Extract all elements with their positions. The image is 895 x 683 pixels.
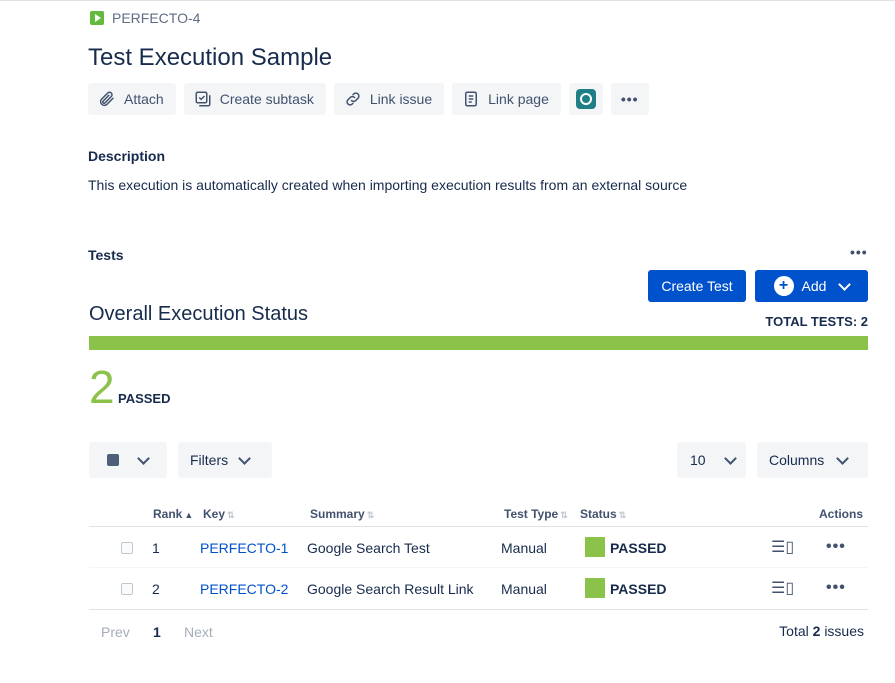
row-more-icon[interactable]: ••• (826, 538, 846, 556)
description-label: Description (88, 148, 166, 164)
row-rank: 1 (152, 540, 160, 556)
row-rank: 2 (152, 581, 160, 597)
summary-header-label: Summary (310, 507, 365, 521)
test-type-header-label: Test Type (504, 507, 559, 521)
sort-icon: ⇅ (560, 510, 568, 520)
passed-count: 2 (89, 361, 115, 413)
column-header-test-type[interactable]: Test Type ⇅ (504, 507, 568, 521)
link-icon (346, 92, 360, 106)
table-bottom-divider (89, 609, 868, 610)
page-size-select[interactable]: 10 (677, 442, 746, 478)
page-number-1[interactable]: 1 (153, 624, 161, 640)
total-prefix: Total (779, 623, 809, 639)
total-suffix: issues (824, 623, 864, 639)
tests-more-button[interactable]: ••• (850, 244, 868, 260)
more-actions-button[interactable]: ••• (610, 83, 649, 115)
attach-label: Attach (124, 91, 164, 107)
app-icon (575, 89, 596, 109)
columns-label: Columns (769, 452, 825, 468)
more-icon: ••• (620, 91, 639, 107)
filters-dropdown[interactable]: Filters (178, 442, 272, 478)
columns-dropdown[interactable]: Columns (757, 442, 868, 478)
link-issue-label: Link issue (369, 91, 433, 107)
row-divider (89, 567, 868, 568)
tests-section-label: Tests (88, 247, 124, 263)
row-checkbox[interactable] (121, 542, 133, 554)
row-key-link[interactable]: PERFECTO-2 (200, 581, 288, 597)
chevron-down-icon (838, 277, 852, 291)
create-subtask-label: Create subtask (219, 91, 314, 107)
paperclip-icon (99, 91, 114, 107)
next-page-button[interactable]: Next (184, 624, 213, 640)
select-all-icon (107, 454, 119, 466)
sort-up-icon: ▲ (184, 510, 194, 520)
sort-icon: ⇅ (618, 510, 627, 520)
description-text[interactable]: This execution is automatically created … (88, 177, 687, 193)
status-color-swatch (585, 578, 605, 598)
row-checkbox[interactable] (121, 583, 133, 595)
sort-icon: ⇅ (227, 510, 235, 520)
page-icon (465, 91, 478, 107)
column-header-summary[interactable]: Summary ⇅ (310, 507, 374, 521)
bulk-select-dropdown[interactable] (89, 442, 167, 478)
row-summary: Google Search Test (307, 540, 430, 556)
prev-page-button[interactable]: Prev (101, 624, 130, 640)
page-size-value: 10 (690, 452, 706, 468)
row-more-icon[interactable]: ••• (826, 579, 846, 597)
add-button[interactable]: + Add (755, 270, 868, 302)
column-header-rank[interactable]: Rank ▲ (153, 507, 193, 521)
link-page-label: Link page (488, 91, 549, 107)
status-color-swatch (585, 537, 605, 557)
column-header-actions: Actions (819, 507, 864, 521)
status-header-label: Status (580, 507, 617, 521)
filters-label: Filters (190, 452, 229, 468)
row-status: PASSED (610, 581, 667, 597)
execution-details-icon[interactable]: ☰▯ (771, 578, 794, 598)
issue-toolbar: Attach Create subtask Link issue Link pa… (88, 83, 649, 115)
link-page-button[interactable]: Link page (452, 83, 561, 115)
chevron-down-icon (137, 451, 150, 465)
total-tests-count: TOTAL TESTS: 2 (765, 314, 868, 329)
breadcrumb[interactable]: PERFECTO-4 (90, 10, 200, 26)
breadcrumb-issue-key[interactable]: PERFECTO-4 (112, 10, 200, 26)
top-divider (0, 0, 895, 1)
sort-icon: ⇅ (366, 510, 375, 520)
table-header-divider (89, 526, 868, 527)
execution-progress-bar[interactable] (89, 336, 868, 350)
link-issue-button[interactable]: Link issue (333, 83, 445, 115)
row-test-type: Manual (501, 540, 547, 556)
rank-header-label: Rank (153, 507, 183, 521)
total-issues: Total 2 issues (779, 623, 864, 639)
row-summary: Google Search Result Link (307, 581, 474, 597)
chevron-down-icon (238, 451, 251, 465)
row-test-type: Manual (501, 581, 547, 597)
column-header-key[interactable]: Key ⇅ (203, 507, 235, 521)
test-execution-type-icon (90, 11, 104, 25)
chevron-down-icon (723, 451, 737, 465)
page-title: Test Execution Sample (88, 44, 333, 71)
add-label: Add (801, 278, 827, 294)
row-status: PASSED (610, 540, 667, 556)
create-test-button[interactable]: Create Test (648, 270, 746, 302)
total-count: 2 (812, 623, 821, 639)
subtask-icon (195, 91, 211, 107)
create-subtask-button[interactable]: Create subtask (183, 83, 326, 115)
plus-icon: + (773, 276, 794, 296)
execution-details-icon[interactable]: ☰▯ (771, 537, 794, 557)
column-header-status[interactable]: Status ⇅ (580, 507, 626, 521)
progress-passed-fill (89, 336, 868, 350)
app-button[interactable] (568, 83, 603, 115)
passed-label: PASSED (118, 391, 171, 406)
chevron-down-icon (836, 451, 850, 465)
key-header-label: Key (203, 507, 226, 521)
row-key-link[interactable]: PERFECTO-1 (200, 540, 288, 556)
overall-status-title: Overall Execution Status (89, 303, 308, 325)
attach-button[interactable]: Attach (88, 83, 176, 115)
